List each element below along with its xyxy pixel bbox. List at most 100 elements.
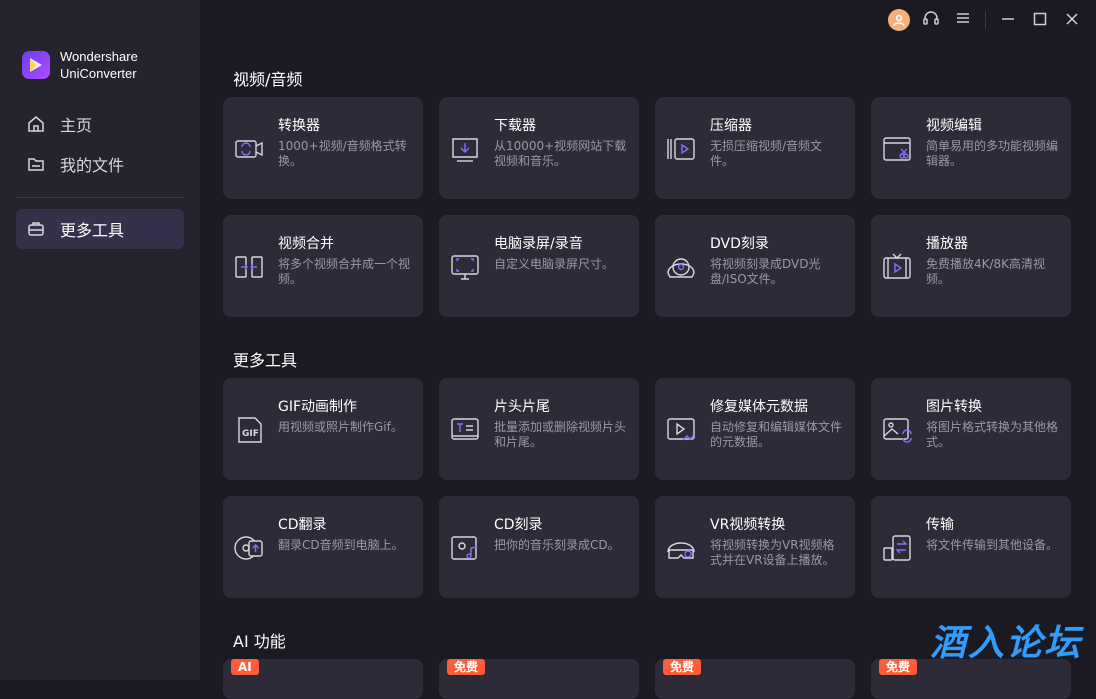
card-description: 无损压缩视频/音频文件。 (710, 139, 823, 168)
sidebar-item-home[interactable]: 主页 (16, 104, 184, 144)
maximize-button[interactable] (1024, 4, 1056, 36)
tool-card-image-converter[interactable]: 图片转换 将图片格式转换为其他格式。 (871, 378, 1071, 480)
cd-rip-icon (233, 532, 265, 564)
brand-line2: UniConverter (60, 66, 137, 81)
card-title: VR视频转换 (710, 517, 786, 533)
card-description: 从10000+视频网站下载视频和音乐。 (494, 139, 627, 168)
card-title: DVD刻录 (710, 236, 769, 252)
svg-text:GIF: GIF (242, 429, 259, 439)
ai-card-2[interactable]: 免费 (439, 659, 639, 699)
converter-icon (233, 133, 265, 165)
brand: Wondershare UniConverter (22, 48, 138, 82)
card-description: 将视频刻录成DVD光盘/ISO文件。 (710, 257, 821, 286)
player-icon (881, 251, 913, 283)
vr-icon (665, 532, 697, 564)
app-logo-icon (22, 51, 50, 79)
tool-card-video-merge[interactable]: 视频合并 将多个视频合并成一个视频。 (223, 215, 423, 317)
section-title-ai: AI 功能 (233, 632, 286, 651)
sidebar-item-more-tools[interactable]: 更多工具 (16, 209, 184, 249)
menu-button[interactable] (947, 4, 979, 36)
tool-card-dvd-burner[interactable]: DVD刻录 将视频刻录成DVD光盘/ISO文件。 (655, 215, 855, 317)
image-convert-icon (881, 414, 913, 446)
sidebar-item-label: 主页 (60, 116, 93, 135)
tool-card-gif-maker[interactable]: GIF GIF动画制作 用视频或照片制作Gif。 (223, 378, 423, 480)
card-title: 修复媒体元数据 (710, 399, 808, 415)
card-title: CD翻录 (278, 517, 327, 533)
card-description: 翻录CD音频到电脑上。 (278, 538, 404, 552)
card-title: 视频编辑 (926, 118, 982, 134)
tool-card-player[interactable]: 播放器 免费播放4K/8K高清视频。 (871, 215, 1071, 317)
minimize-button[interactable] (992, 4, 1024, 36)
ai-card-1[interactable]: AI (223, 659, 423, 699)
card-title: 视频合并 (278, 236, 334, 252)
dvd-burn-icon (665, 251, 697, 283)
folder-icon (26, 154, 46, 174)
section-title-video-audio: 视频/音频 (233, 70, 303, 89)
card-title: 电脑录屏/录音 (494, 236, 583, 252)
transfer-icon (881, 532, 913, 564)
card-title: 传输 (926, 517, 954, 533)
merge-icon (233, 251, 265, 283)
title-bar (883, 0, 1096, 40)
free-badge: 免费 (447, 659, 486, 675)
card-title: 图片转换 (926, 399, 982, 415)
app-window: Wondershare UniConverter 主页 我的文件 更多工具 视频… (0, 0, 1096, 699)
sidebar-divider (16, 197, 184, 198)
tool-card-cd-burner[interactable]: CD刻录 把你的音乐刻录成CD。 (439, 496, 639, 598)
video-edit-icon (881, 133, 913, 165)
sidebar: Wondershare UniConverter 主页 我的文件 更多工具 (0, 0, 200, 680)
toolbox-icon (26, 219, 46, 239)
card-description: 批量添加或删除视频片头和片尾。 (494, 420, 627, 449)
card-description: 免费播放4K/8K高清视频。 (926, 257, 1046, 286)
tool-card-video-editor[interactable]: 视频编辑 简单易用的多功能视频编辑器。 (871, 97, 1071, 199)
tool-card-vr-converter[interactable]: VR视频转换 将视频转换为VR视频格式并在VR设备上播放。 (655, 496, 855, 598)
card-title: 下载器 (494, 118, 536, 134)
ai-badge: AI (231, 659, 259, 675)
sidebar-item-label: 我的文件 (60, 156, 125, 175)
headset-icon (922, 9, 940, 31)
home-icon (26, 114, 46, 134)
ai-card-3[interactable]: 免费 (655, 659, 855, 699)
support-button[interactable] (915, 4, 947, 36)
metadata-icon (665, 414, 697, 446)
card-title: 播放器 (926, 236, 968, 252)
tool-card-converter[interactable]: 转换器 1000+视频/音频格式转换。 (223, 97, 423, 199)
close-button[interactable] (1056, 4, 1088, 36)
avatar-icon (888, 9, 910, 31)
card-title: GIF动画制作 (278, 399, 358, 415)
menu-icon (955, 10, 971, 30)
card-description: 将图片格式转换为其他格式。 (926, 420, 1059, 449)
minimize-icon (1001, 11, 1015, 30)
card-title: 片头片尾 (494, 399, 550, 415)
card-description: 将文件传输到其他设备。 (926, 538, 1059, 552)
free-badge: 免费 (879, 659, 918, 675)
tool-card-transfer[interactable]: 传输 将文件传输到其他设备。 (871, 496, 1071, 598)
tool-card-screen-recorder[interactable]: 电脑录屏/录音 自定义电脑录屏尺寸。 (439, 215, 639, 317)
card-description: 把你的音乐刻录成CD。 (494, 538, 620, 552)
tool-card-cd-ripper[interactable]: CD翻录 翻录CD音频到电脑上。 (223, 496, 423, 598)
tool-card-compressor[interactable]: 压缩器 无损压缩视频/音频文件。 (655, 97, 855, 199)
tool-card-intro-outro[interactable]: 片头片尾 批量添加或删除视频片头和片尾。 (439, 378, 639, 480)
tool-card-fix-metadata[interactable]: 修复媒体元数据 自动修复和编辑媒体文件的元数据。 (655, 378, 855, 480)
cd-burn-icon (449, 532, 481, 564)
card-title: 压缩器 (710, 118, 752, 134)
watermark-text: 酒入论坛 (929, 623, 1082, 664)
titlebar-divider (985, 11, 986, 29)
gif-icon: GIF (233, 414, 265, 446)
card-description: 1000+视频/音频格式转换。 (278, 139, 407, 168)
compress-icon (665, 133, 697, 165)
card-description: 简单易用的多功能视频编辑器。 (926, 139, 1059, 168)
intro-outro-icon (449, 414, 481, 446)
card-description: 自动修复和编辑媒体文件的元数据。 (710, 420, 843, 449)
free-badge: 免费 (663, 659, 702, 675)
sidebar-item-my-files[interactable]: 我的文件 (16, 144, 184, 184)
card-title: 转换器 (278, 118, 320, 134)
account-button[interactable] (883, 4, 915, 36)
card-title: CD刻录 (494, 517, 543, 533)
card-description: 将多个视频合并成一个视频。 (278, 257, 411, 286)
brand-line1: Wondershare (60, 49, 138, 64)
screen-record-icon (449, 251, 481, 283)
card-description: 自定义电脑录屏尺寸。 (494, 257, 615, 271)
download-icon (449, 133, 481, 165)
tool-card-downloader[interactable]: 下载器 从10000+视频网站下载视频和音乐。 (439, 97, 639, 199)
